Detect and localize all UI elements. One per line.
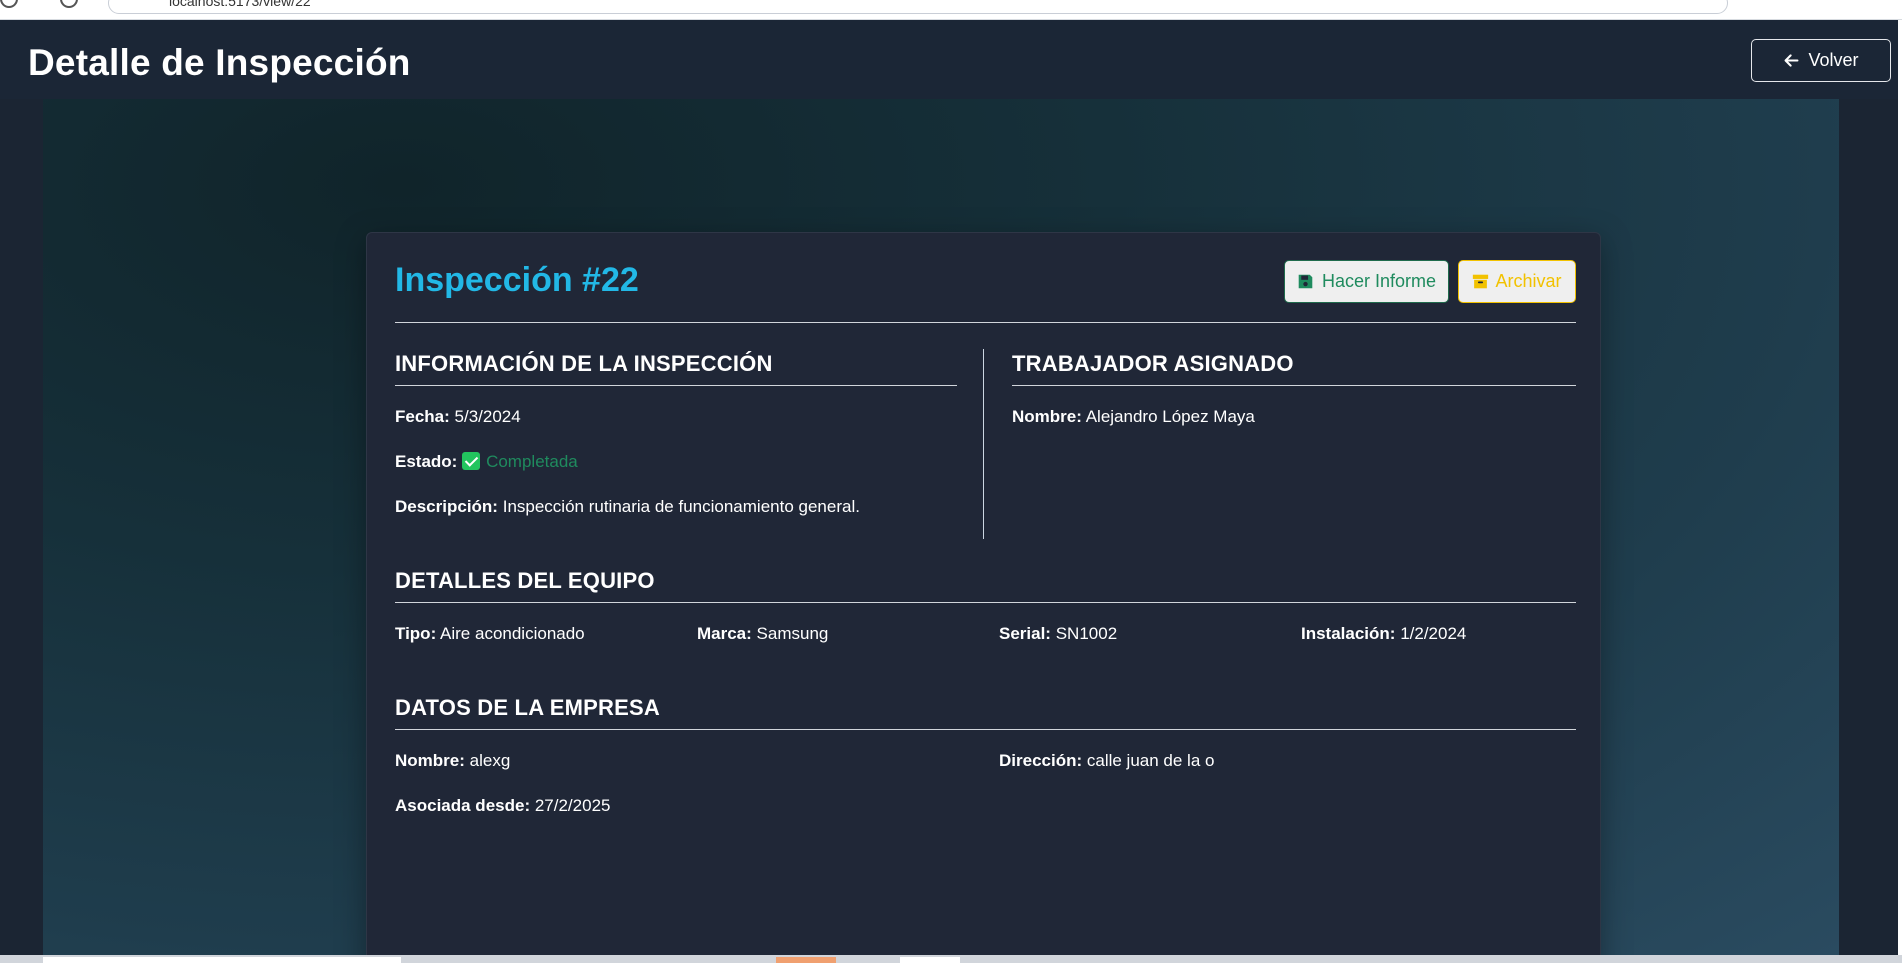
worker-name-field: Nombre: Alejandro López Maya — [1012, 407, 1255, 427]
inspection-title: Inspección #22 — [395, 261, 639, 299]
company-since-field: Asociada desde: 27/2/2025 — [395, 796, 610, 816]
company-address-value: calle juan de la o — [1086, 751, 1215, 770]
equipment-heading: DETALLES DEL EQUIPO — [395, 568, 655, 593]
company-divider — [395, 729, 1576, 730]
equipment-type-label: Tipo: — [395, 624, 437, 643]
address-bar[interactable]: localhost:5173/view/22 — [108, 0, 1728, 14]
company-since-label: Asociada desde: — [395, 796, 531, 815]
window-edge — [1898, 20, 1902, 955]
worker-name-value: Alejandro López Maya — [1085, 407, 1255, 426]
horizontal-scrollbar[interactable] — [0, 955, 1902, 963]
make-report-button[interactable]: Hacer Informe — [1284, 260, 1449, 303]
description-label: Descripción: — [395, 497, 498, 516]
equipment-install-value: 1/2/2024 — [1400, 624, 1467, 643]
column-divider — [983, 349, 984, 539]
company-address-label: Dirección: — [999, 751, 1083, 770]
app-header: Detalle de Inspección Volver — [0, 20, 1898, 99]
company-name-label: Nombre: — [395, 751, 465, 770]
description-value: Inspección rutinaria de funcionamiento g… — [502, 497, 860, 516]
equipment-serial-label: Serial: — [999, 624, 1051, 643]
equipment-serial-field: Serial: SN1002 — [999, 624, 1117, 644]
taskbar-indicator — [776, 957, 836, 963]
reload-icon[interactable] — [60, 0, 78, 8]
page-title: Detalle de Inspección — [28, 42, 411, 83]
inspection-card: Inspección #22 Hacer Informe Archivar IN… — [366, 232, 1601, 955]
date-field: Fecha: 5/3/2024 — [395, 407, 521, 427]
archive-label: Archivar — [1495, 271, 1562, 291]
check-square-icon — [462, 452, 481, 470]
description-field: Descripción: Inspección rutinaria de fun… — [395, 497, 860, 517]
equipment-install-label: Instalación: — [1301, 624, 1396, 643]
info-heading: INFORMACIÓN DE LA INSPECCIÓN — [395, 351, 773, 376]
equipment-type-field: Tipo: Aire acondicionado — [395, 624, 585, 644]
worker-heading: TRABAJADOR ASIGNADO — [1012, 351, 1294, 376]
taskbar-indicator — [900, 957, 960, 963]
back-button-label: Volver — [1808, 50, 1859, 70]
equipment-brand-label: Marca: — [697, 624, 752, 643]
arrow-left-icon — [1785, 54, 1799, 67]
equipment-install-field: Instalación: 1/2/2024 — [1301, 624, 1466, 644]
equipment-divider — [395, 602, 1576, 603]
company-heading: DATOS DE LA EMPRESA — [395, 695, 660, 720]
status-label: Estado: — [395, 452, 458, 471]
worker-divider — [1012, 385, 1576, 386]
status-field: Estado: Completada — [395, 452, 578, 472]
company-since-value: 27/2/2025 — [534, 796, 611, 815]
title-divider — [395, 322, 1576, 323]
archive-box-icon — [1473, 274, 1489, 289]
content-area: Inspección #22 Hacer Informe Archivar IN… — [43, 99, 1839, 955]
date-label: Fecha: — [395, 407, 450, 426]
equipment-type-value: Aire acondicionado — [440, 624, 585, 643]
equipment-serial-value: SN1002 — [1055, 624, 1118, 643]
company-address-field: Dirección: calle juan de la o — [999, 751, 1214, 771]
archive-button[interactable]: Archivar — [1458, 260, 1576, 303]
company-name-value: alexg — [469, 751, 511, 770]
floppy-disk-icon — [1298, 274, 1313, 289]
equipment-brand-value: Samsung — [756, 624, 829, 643]
equipment-brand-field: Marca: Samsung — [697, 624, 828, 644]
app-shell: Detalle de Inspección Volver Inspección … — [0, 20, 1898, 955]
info-divider — [395, 385, 957, 386]
date-value: 5/3/2024 — [454, 407, 521, 426]
scrollbar-thumb[interactable] — [43, 957, 401, 963]
back-button[interactable]: Volver — [1751, 39, 1891, 82]
address-bar-text: localhost:5173/view/22 — [169, 0, 311, 9]
back-nav-icon[interactable] — [0, 0, 18, 8]
worker-name-label: Nombre: — [1012, 407, 1082, 426]
company-name-field: Nombre: alexg — [395, 751, 510, 771]
status-value: Completada — [486, 452, 578, 471]
browser-toolbar: localhost:5173/view/22 — [0, 0, 1902, 20]
make-report-label: Hacer Informe — [1321, 271, 1437, 291]
